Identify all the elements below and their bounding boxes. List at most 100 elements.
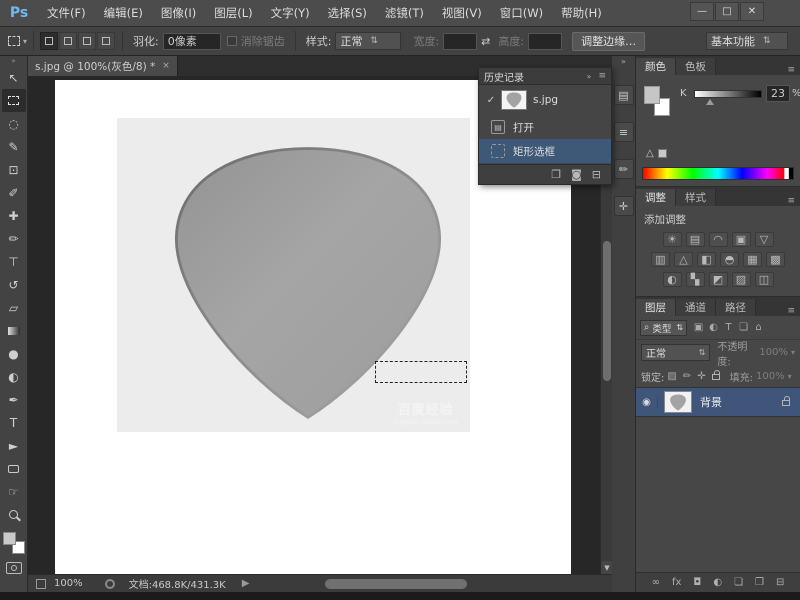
exposure-icon[interactable]: ▣ — [731, 232, 751, 247]
tool-crop[interactable]: ⊡ — [2, 158, 26, 181]
color-swatch-pair[interactable] — [644, 86, 674, 118]
channel-mixer-icon[interactable]: ▦ — [743, 252, 762, 267]
color-spectrum-ramp[interactable] — [642, 167, 794, 180]
minimize-button[interactable]: — — [690, 2, 714, 21]
menu-window[interactable]: 窗口(W) — [491, 0, 552, 27]
opacity-value[interactable]: 100% — [759, 347, 788, 358]
hue-saturation-icon[interactable]: ▥ — [651, 252, 670, 267]
lock-all-icon[interactable] — [711, 370, 720, 380]
tool-move[interactable]: ↖ — [2, 66, 26, 89]
blend-mode-select[interactable]: 正常 ⇅ — [641, 344, 711, 361]
brightness-contrast-icon[interactable]: ☀ — [662, 232, 682, 247]
tool-rectangular-marquee[interactable] — [1, 89, 26, 112]
toolbar-collapse-icon[interactable]: » — [11, 56, 15, 66]
tool-brush[interactable]: ✏ — [2, 227, 26, 250]
tab-color[interactable]: 颜色 — [636, 58, 676, 75]
k-channel-slider[interactable] — [694, 90, 762, 98]
swap-dimensions-icon[interactable]: ⇄ — [481, 35, 490, 48]
layer-row-background[interactable]: ◉ 背景 — [636, 387, 800, 417]
menu-edit[interactable]: 编辑(E) — [95, 0, 152, 27]
panel-menu-icon[interactable]: ≡ — [782, 196, 800, 206]
color-balance-icon[interactable]: △ — [674, 252, 693, 267]
horizontal-scrollbar-thumb[interactable] — [325, 579, 467, 589]
curves-icon[interactable]: ◠ — [708, 232, 728, 247]
zoom-level[interactable]: 100% — [54, 578, 83, 589]
add-layer-mask-icon[interactable]: ◘ — [693, 577, 701, 588]
threshold-icon[interactable]: ◩ — [708, 272, 728, 287]
close-button[interactable]: ✕ — [740, 2, 764, 21]
delete-layer-icon[interactable]: ⊟ — [776, 577, 784, 588]
panel-menu-icon[interactable]: ≡ — [598, 71, 606, 81]
tool-gradient[interactable] — [2, 319, 26, 342]
filter-adjustment-layers-icon[interactable]: ◐ — [706, 322, 721, 333]
tool-lasso[interactable]: ◌ — [2, 112, 26, 135]
document-tab[interactable]: s.jpg @ 100%(灰色/8) * × — [28, 56, 178, 76]
panel-brush-icon[interactable]: ✏ — [613, 159, 634, 179]
history-item-snapshot[interactable]: ✓ s.jpg — [479, 85, 611, 115]
foreground-color-swatch[interactable] — [644, 86, 660, 104]
vertical-scrollbar-thumb[interactable] — [603, 241, 611, 381]
selective-color-icon[interactable]: ◫ — [754, 272, 774, 287]
menu-select[interactable]: 选择(S) — [319, 0, 376, 27]
tool-healing-brush[interactable]: ✚ — [2, 204, 26, 227]
add-to-selection-button[interactable] — [59, 32, 78, 50]
posterize-icon[interactable]: ▚ — [685, 272, 705, 287]
fill-value[interactable]: 100% — [756, 371, 785, 382]
new-document-from-state-icon[interactable]: ❐ — [551, 168, 561, 181]
lock-position-icon[interactable]: ✛ — [697, 371, 705, 382]
menu-file[interactable]: 文件(F) — [38, 0, 95, 27]
link-layers-icon[interactable]: ∞ — [652, 577, 660, 588]
filter-type-layers-icon[interactable]: T — [721, 322, 736, 333]
panel-properties-icon[interactable]: ≡ — [613, 122, 634, 142]
tool-quick-selection[interactable]: ✎ — [2, 135, 26, 158]
collapse-icon[interactable]: » — [587, 72, 592, 81]
menu-help[interactable]: 帮助(H) — [552, 0, 611, 27]
k-slider-marker[interactable] — [706, 99, 714, 105]
history-item-rectangular-marquee[interactable]: 矩形选框 — [479, 139, 611, 163]
new-layer-icon[interactable]: ❐ — [755, 577, 764, 588]
new-snapshot-icon[interactable]: ◙ — [571, 168, 582, 181]
history-brush-source-icon[interactable]: ✓ — [483, 95, 499, 106]
menu-view[interactable]: 视图(V) — [433, 0, 491, 27]
color-lookup-icon[interactable]: ▩ — [766, 252, 785, 267]
tool-rectangle-shape[interactable] — [2, 457, 26, 480]
tool-dodge[interactable]: ◐ — [2, 365, 26, 388]
panel-menu-icon[interactable]: ≡ — [782, 65, 800, 75]
tool-history-brush[interactable]: ↺ — [2, 273, 26, 296]
quick-mask-button[interactable] — [5, 562, 22, 574]
tab-layers[interactable]: 图层 — [636, 299, 676, 316]
delete-state-icon[interactable]: ⊟ — [592, 168, 601, 181]
maximize-button[interactable]: □ — [715, 2, 739, 21]
tool-eyedropper[interactable]: ✐ — [2, 181, 26, 204]
feather-input[interactable]: 0像素 — [162, 32, 221, 50]
panel-clone-source-icon[interactable]: ✛ — [613, 196, 634, 216]
levels-icon[interactable]: ▤ — [685, 232, 705, 247]
width-input[interactable] — [443, 32, 478, 50]
document-size-info[interactable]: 文档:468.8K/431.3K — [129, 576, 226, 591]
tool-hand[interactable]: ☞ — [2, 480, 26, 503]
k-value-input[interactable]: 23 — [766, 85, 790, 102]
height-input[interactable] — [528, 32, 563, 50]
tab-channels[interactable]: 通道 — [676, 299, 716, 316]
tab-swatches[interactable]: 色板 — [676, 58, 716, 75]
history-item-open[interactable]: ▤ 打开 — [479, 115, 611, 139]
filter-shape-layers-icon[interactable]: ❏ — [736, 322, 751, 333]
marquee-selection[interactable] — [375, 361, 467, 383]
invert-icon[interactable]: ◐ — [662, 272, 682, 287]
antialias-checkbox[interactable] — [226, 36, 237, 46]
menu-filter[interactable]: 滤镜(T) — [376, 0, 433, 27]
photo-image[interactable]: 百度经验 jingyan.baidu.com — [117, 118, 470, 432]
status-arrow-icon[interactable]: ▶ — [242, 578, 250, 589]
layer-name[interactable]: 背景 — [700, 394, 779, 410]
style-select[interactable]: 正常 ⇅ — [335, 32, 402, 50]
foreground-background-swatches[interactable] — [2, 532, 25, 554]
lock-image-icon[interactable]: ✏ — [683, 371, 691, 382]
photo-filter-icon[interactable]: ◓ — [720, 252, 739, 267]
layer-filter-type-select[interactable]: ⌕ 类型 ⇅ — [640, 319, 688, 336]
layer-visibility-eye-icon[interactable]: ◉ — [636, 396, 658, 408]
subtract-from-selection-button[interactable] — [78, 32, 97, 50]
layer-effects-icon[interactable]: fx — [672, 577, 681, 588]
black-white-icon[interactable]: ◧ — [697, 252, 716, 267]
tool-clone-stamp[interactable]: ⊤ — [2, 250, 26, 273]
filter-smart-objects-icon[interactable]: ⌂ — [751, 322, 766, 333]
